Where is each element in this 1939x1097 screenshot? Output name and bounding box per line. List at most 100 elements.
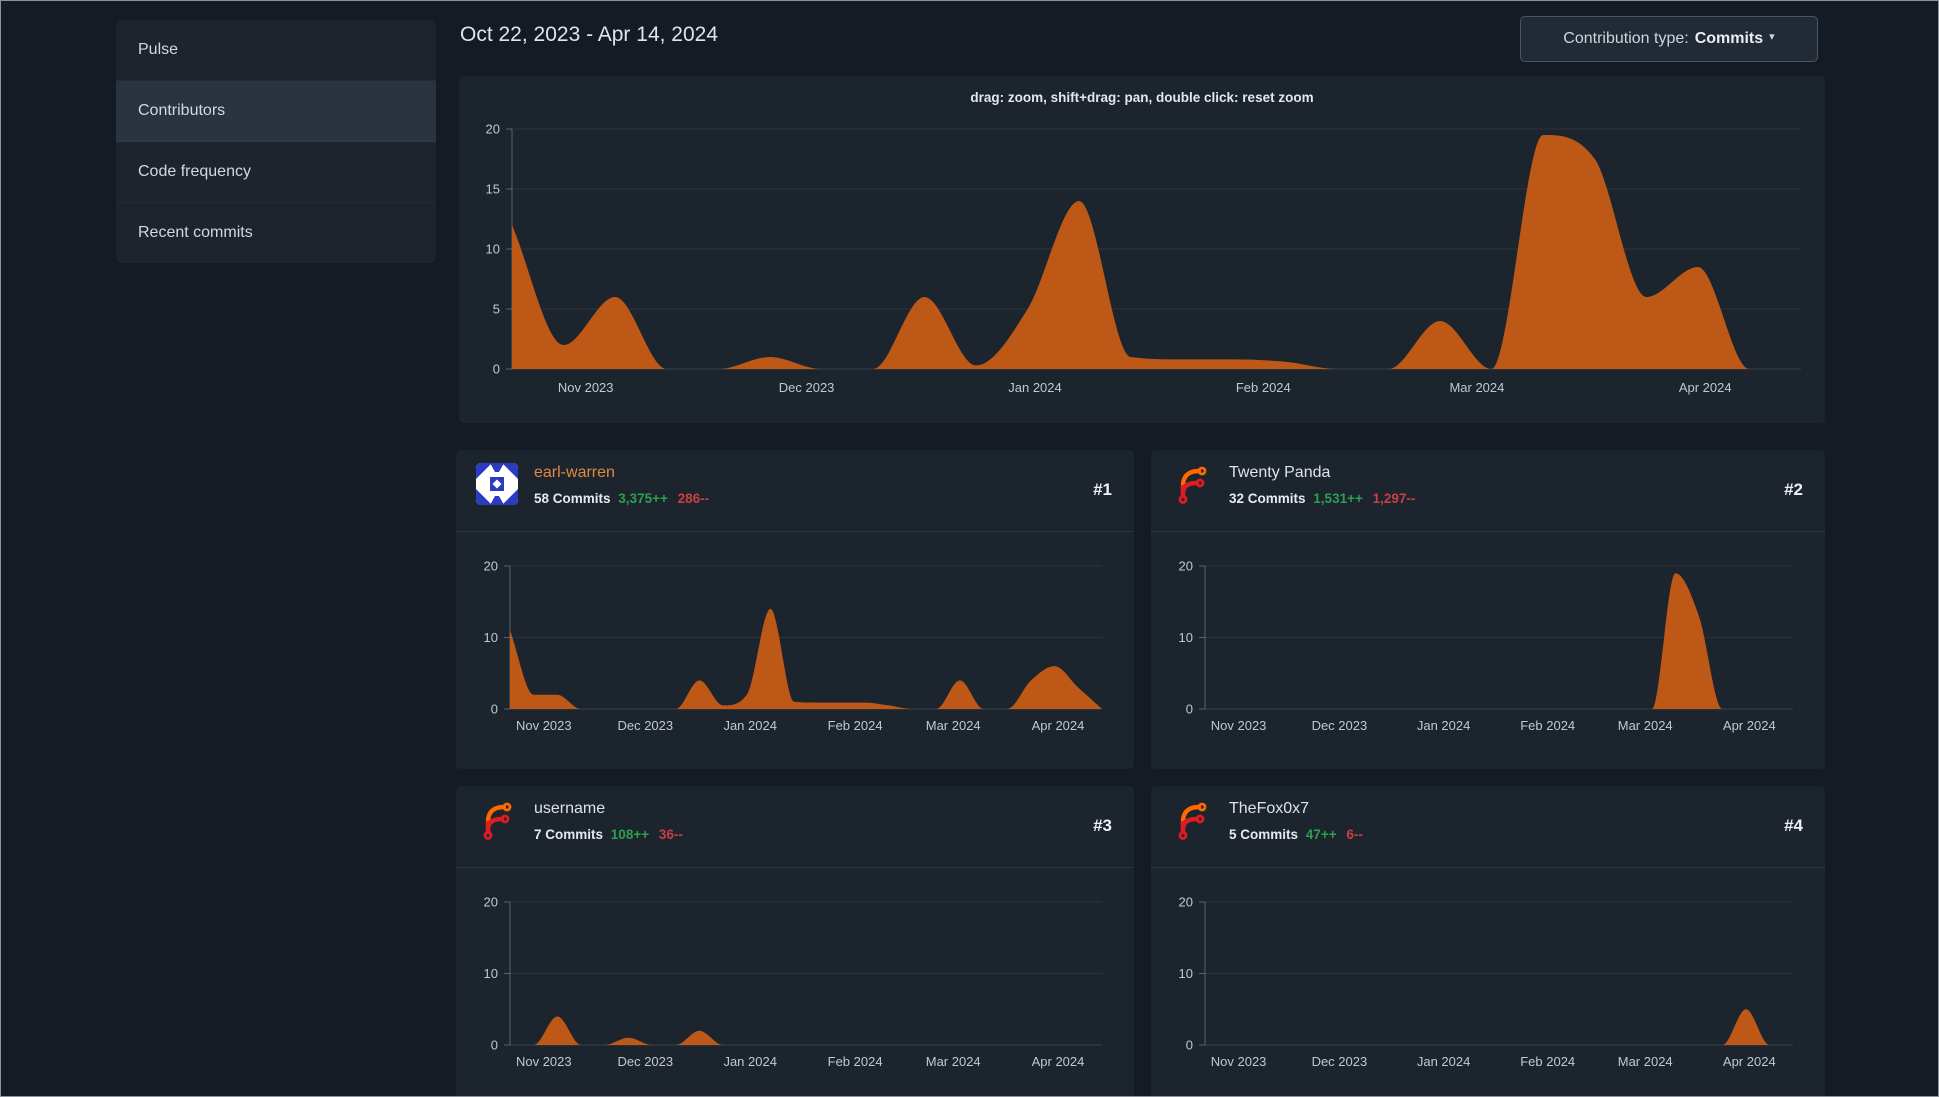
svg-text:Dec 2023: Dec 2023 [779, 380, 835, 395]
svg-text:20: 20 [484, 559, 498, 574]
contributor-rank-badge: #1 [1093, 480, 1112, 499]
contributor-card: TheFox0x7 5 Commits 47++ 6-- #4 0 10 20 Nov… [1151, 786, 1825, 1097]
svg-text:20: 20 [484, 895, 498, 910]
contributor-activity-chart[interactable]: 0 10 20 Nov 2023 Dec 2023 Jan 2024 Feb 2024 Mar… [456, 531, 1134, 769]
svg-text:Feb 2024: Feb 2024 [828, 1054, 883, 1069]
svg-text:Dec 2023: Dec 2023 [1312, 718, 1368, 733]
contribution-type-label: Contribution type: [1563, 30, 1689, 47]
svg-text:Apr 2024: Apr 2024 [1032, 1054, 1085, 1069]
contributor-name-link[interactable]: username [534, 800, 605, 818]
contributor-card-header: Twenty Panda 32 Commits 1,531++ 1,297-- … [1151, 450, 1825, 532]
svg-text:Jan 2024: Jan 2024 [1417, 718, 1471, 733]
svg-text:10: 10 [1179, 630, 1193, 645]
svg-text:Feb 2024: Feb 2024 [828, 718, 883, 733]
commit-count: 32 Commits [1229, 491, 1306, 506]
contributor-card-header: earl-warren 58 Commits 3,375++ 286-- #1 [456, 450, 1134, 532]
sidebar-item-pulse[interactable]: Pulse [116, 20, 436, 81]
contributor-name-link[interactable]: Twenty Panda [1229, 464, 1330, 482]
repo-activity-contributors-page: Pulse Contributors Code frequency Recent… [0, 0, 1939, 1097]
svg-text:Mar 2024: Mar 2024 [1618, 718, 1673, 733]
svg-text:Mar 2024: Mar 2024 [926, 718, 981, 733]
sidebar-item-code-frequency[interactable]: Code frequency [116, 142, 436, 203]
svg-text:Apr 2024: Apr 2024 [1723, 718, 1776, 733]
contributor-name-link[interactable]: TheFox0x7 [1229, 800, 1309, 818]
forgejo-logo-icon [483, 802, 512, 840]
svg-text:15: 15 [486, 182, 500, 197]
svg-text:Jan 2024: Jan 2024 [723, 718, 777, 733]
svg-text:Feb 2024: Feb 2024 [1236, 380, 1291, 395]
contributor-activity-chart[interactable]: 0 10 20 Nov 2023 Dec 2023 Jan 2024 Feb 2024 Mar… [456, 867, 1134, 1097]
contributor-stats: 7 Commits 108++ 36-- [534, 827, 683, 842]
commit-count: 58 Commits [534, 491, 611, 506]
svg-text:10: 10 [486, 242, 500, 257]
svg-text:0: 0 [491, 702, 498, 717]
additions-count: 47++ [1305, 827, 1337, 842]
svg-text:10: 10 [484, 966, 498, 981]
contributor-rank-badge: #4 [1784, 816, 1803, 835]
sidebar-item-contributors[interactable]: Contributors [116, 81, 436, 142]
svg-text:Dec 2023: Dec 2023 [617, 1054, 673, 1069]
svg-text:Nov 2023: Nov 2023 [1211, 1054, 1267, 1069]
avatar[interactable] [476, 463, 518, 505]
additions-count: 1,531++ [1313, 491, 1363, 506]
svg-text:10: 10 [484, 630, 498, 645]
sidebar-item-recent-commits[interactable]: Recent commits [116, 203, 436, 263]
activity-sidebar: Pulse Contributors Code frequency Recent… [116, 20, 436, 263]
svg-text:Mar 2024: Mar 2024 [1618, 1054, 1673, 1069]
date-range-heading: Oct 22, 2023 - Apr 14, 2024 [460, 23, 719, 46]
avatar[interactable] [476, 799, 518, 841]
contributor-activity-chart[interactable]: 0 10 20 Nov 2023 Dec 2023 Jan 2024 Feb 2024 Mar… [1151, 531, 1825, 769]
svg-text:0: 0 [493, 362, 500, 377]
svg-text:Nov 2023: Nov 2023 [558, 380, 614, 395]
contributor-stats: 5 Commits 47++ 6-- [1229, 827, 1363, 842]
overall-contributions-panel: drag: zoom, shift+drag: pan, double clic… [459, 76, 1825, 423]
avatar[interactable] [1171, 799, 1213, 841]
svg-text:Jan 2024: Jan 2024 [723, 1054, 777, 1069]
commit-count: 7 Commits [534, 827, 604, 842]
svg-text:10: 10 [1179, 966, 1193, 981]
contribution-type-dropdown[interactable]: Contribution type: Commits ▾ [1520, 16, 1818, 62]
forgejo-logo-icon [1178, 802, 1207, 840]
svg-text:Nov 2023: Nov 2023 [516, 718, 572, 733]
contributor-card-header: TheFox0x7 5 Commits 47++ 6-- #4 [1151, 786, 1825, 868]
contributor-name-link[interactable]: earl-warren [534, 464, 615, 482]
deletions-count: 6-- [1346, 827, 1363, 842]
contribution-type-value: Commits [1694, 30, 1764, 47]
svg-text:Nov 2023: Nov 2023 [1211, 718, 1267, 733]
svg-text:Apr 2024: Apr 2024 [1723, 1054, 1776, 1069]
forgejo-logo-icon [1178, 466, 1207, 504]
svg-text:Jan 2024: Jan 2024 [1008, 380, 1062, 395]
avatar[interactable] [1171, 463, 1213, 505]
identicon-avatar [476, 463, 518, 505]
svg-text:20: 20 [486, 122, 500, 137]
contributor-activity-chart[interactable]: 0 10 20 Nov 2023 Dec 2023 Jan 2024 Feb 2024 Mar… [1151, 867, 1825, 1097]
svg-text:Nov 2023: Nov 2023 [516, 1054, 572, 1069]
svg-text:20: 20 [1179, 559, 1193, 574]
additions-count: 108++ [610, 827, 650, 842]
svg-text:Apr 2024: Apr 2024 [1679, 380, 1732, 395]
contributor-card-header: username 7 Commits 108++ 36-- #3 [456, 786, 1134, 868]
chevron-down-icon: ▾ [1769, 30, 1775, 43]
contributor-card: Twenty Panda 32 Commits 1,531++ 1,297-- … [1151, 450, 1825, 769]
svg-text:Mar 2024: Mar 2024 [926, 1054, 981, 1069]
contributor-card: earl-warren 58 Commits 3,375++ 286-- #1 … [456, 450, 1134, 769]
svg-text:Mar 2024: Mar 2024 [1449, 380, 1504, 395]
svg-text:Apr 2024: Apr 2024 [1032, 718, 1085, 733]
contributor-rank-badge: #2 [1784, 480, 1803, 499]
deletions-count: 286-- [677, 491, 710, 506]
svg-text:Dec 2023: Dec 2023 [1312, 1054, 1368, 1069]
svg-text:Feb 2024: Feb 2024 [1520, 718, 1575, 733]
contributor-card: username 7 Commits 108++ 36-- #3 0 10 20 No… [456, 786, 1134, 1097]
svg-text:5: 5 [493, 302, 500, 317]
svg-text:0: 0 [1186, 702, 1193, 717]
svg-text:Feb 2024: Feb 2024 [1520, 1054, 1575, 1069]
additions-count: 3,375++ [618, 491, 668, 506]
contributor-stats: 58 Commits 3,375++ 286-- [534, 491, 709, 506]
commit-count: 5 Commits [1229, 827, 1299, 842]
contributor-stats: 32 Commits 1,531++ 1,297-- [1229, 491, 1415, 506]
deletions-count: 1,297-- [1372, 491, 1416, 506]
contributor-rank-badge: #3 [1093, 816, 1112, 835]
svg-text:Dec 2023: Dec 2023 [617, 718, 673, 733]
overall-contributions-chart[interactable]: 0 5 10 15 20 Nov 2023 Dec 2023 Jan 2024 Feb 2024… [459, 76, 1825, 423]
svg-text:20: 20 [1179, 895, 1193, 910]
